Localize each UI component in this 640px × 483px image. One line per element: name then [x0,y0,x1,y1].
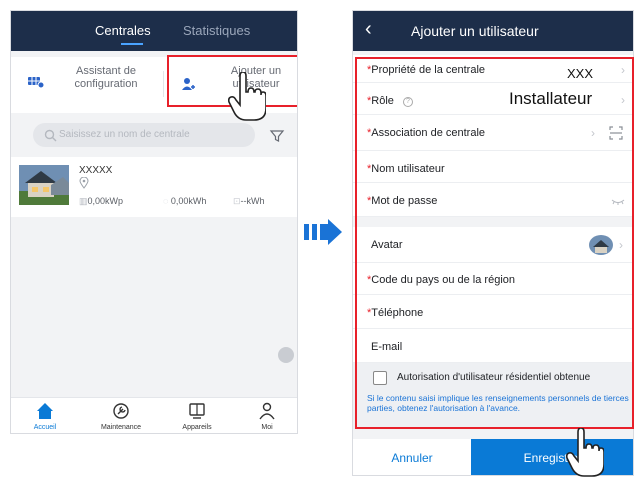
user-icon [259,402,275,420]
tab-plants[interactable]: Centrales [95,23,151,38]
plant-capacity: ▥0,00kWp [79,196,124,206]
nav-me[interactable]: Moi [237,400,297,433]
wizard-icon[interactable] [27,75,45,89]
home-icon [37,403,53,419]
form-highlight [355,57,634,429]
floating-action-button[interactable] [278,347,294,363]
location-pin-icon [79,177,89,189]
bottom-nav: Accueil Maintenance Appareils Moi [11,397,297,433]
active-tab-indicator [121,43,143,45]
plant-yield: ⊡--kWh [233,196,265,206]
tap-hand-icon [566,428,604,477]
maintenance-icon [113,403,129,419]
nav-maintenance[interactable]: Maintenance [91,400,151,433]
cancel-button[interactable]: Annuler [353,439,471,475]
filter-icon[interactable] [269,128,285,144]
page-title: Ajouter un utilisateur [411,23,539,39]
top-bar: ‹ Ajouter un utilisateur [353,11,633,51]
plant-list-item[interactable]: XXXXX ▥0,00kWp ◌ 0,00kWh ⊡--kWh [11,157,297,217]
top-bar: Centrales Statistiques [11,11,297,51]
screenshot: Centrales Statistiques Assistant de conf… [0,0,640,483]
energy-icon: ◌ [163,196,171,206]
tab-statistics[interactable]: Statistiques [183,23,250,38]
divider [163,71,164,97]
plant-search-input[interactable]: Saisissez un nom de centrale [33,123,255,147]
nav-home[interactable]: Accueil [15,400,75,433]
back-icon[interactable]: ‹ [365,19,372,39]
next-step-arrow-icon [304,219,342,245]
capacity-icon: ▥ [79,196,88,206]
devices-icon [189,403,205,419]
yield-icon: ⊡ [233,196,241,206]
tap-hand-icon [228,72,266,121]
save-button[interactable]: Enregistrer [471,439,633,475]
plant-name: XXXXX [79,165,113,176]
plant-house-image [19,165,69,205]
search-icon [44,129,57,142]
wizard-button[interactable]: Assistant de configuration [61,65,151,91]
plant-energy: ◌ 0,00kWh [163,196,207,206]
nav-devices[interactable]: Appareils [167,400,227,433]
